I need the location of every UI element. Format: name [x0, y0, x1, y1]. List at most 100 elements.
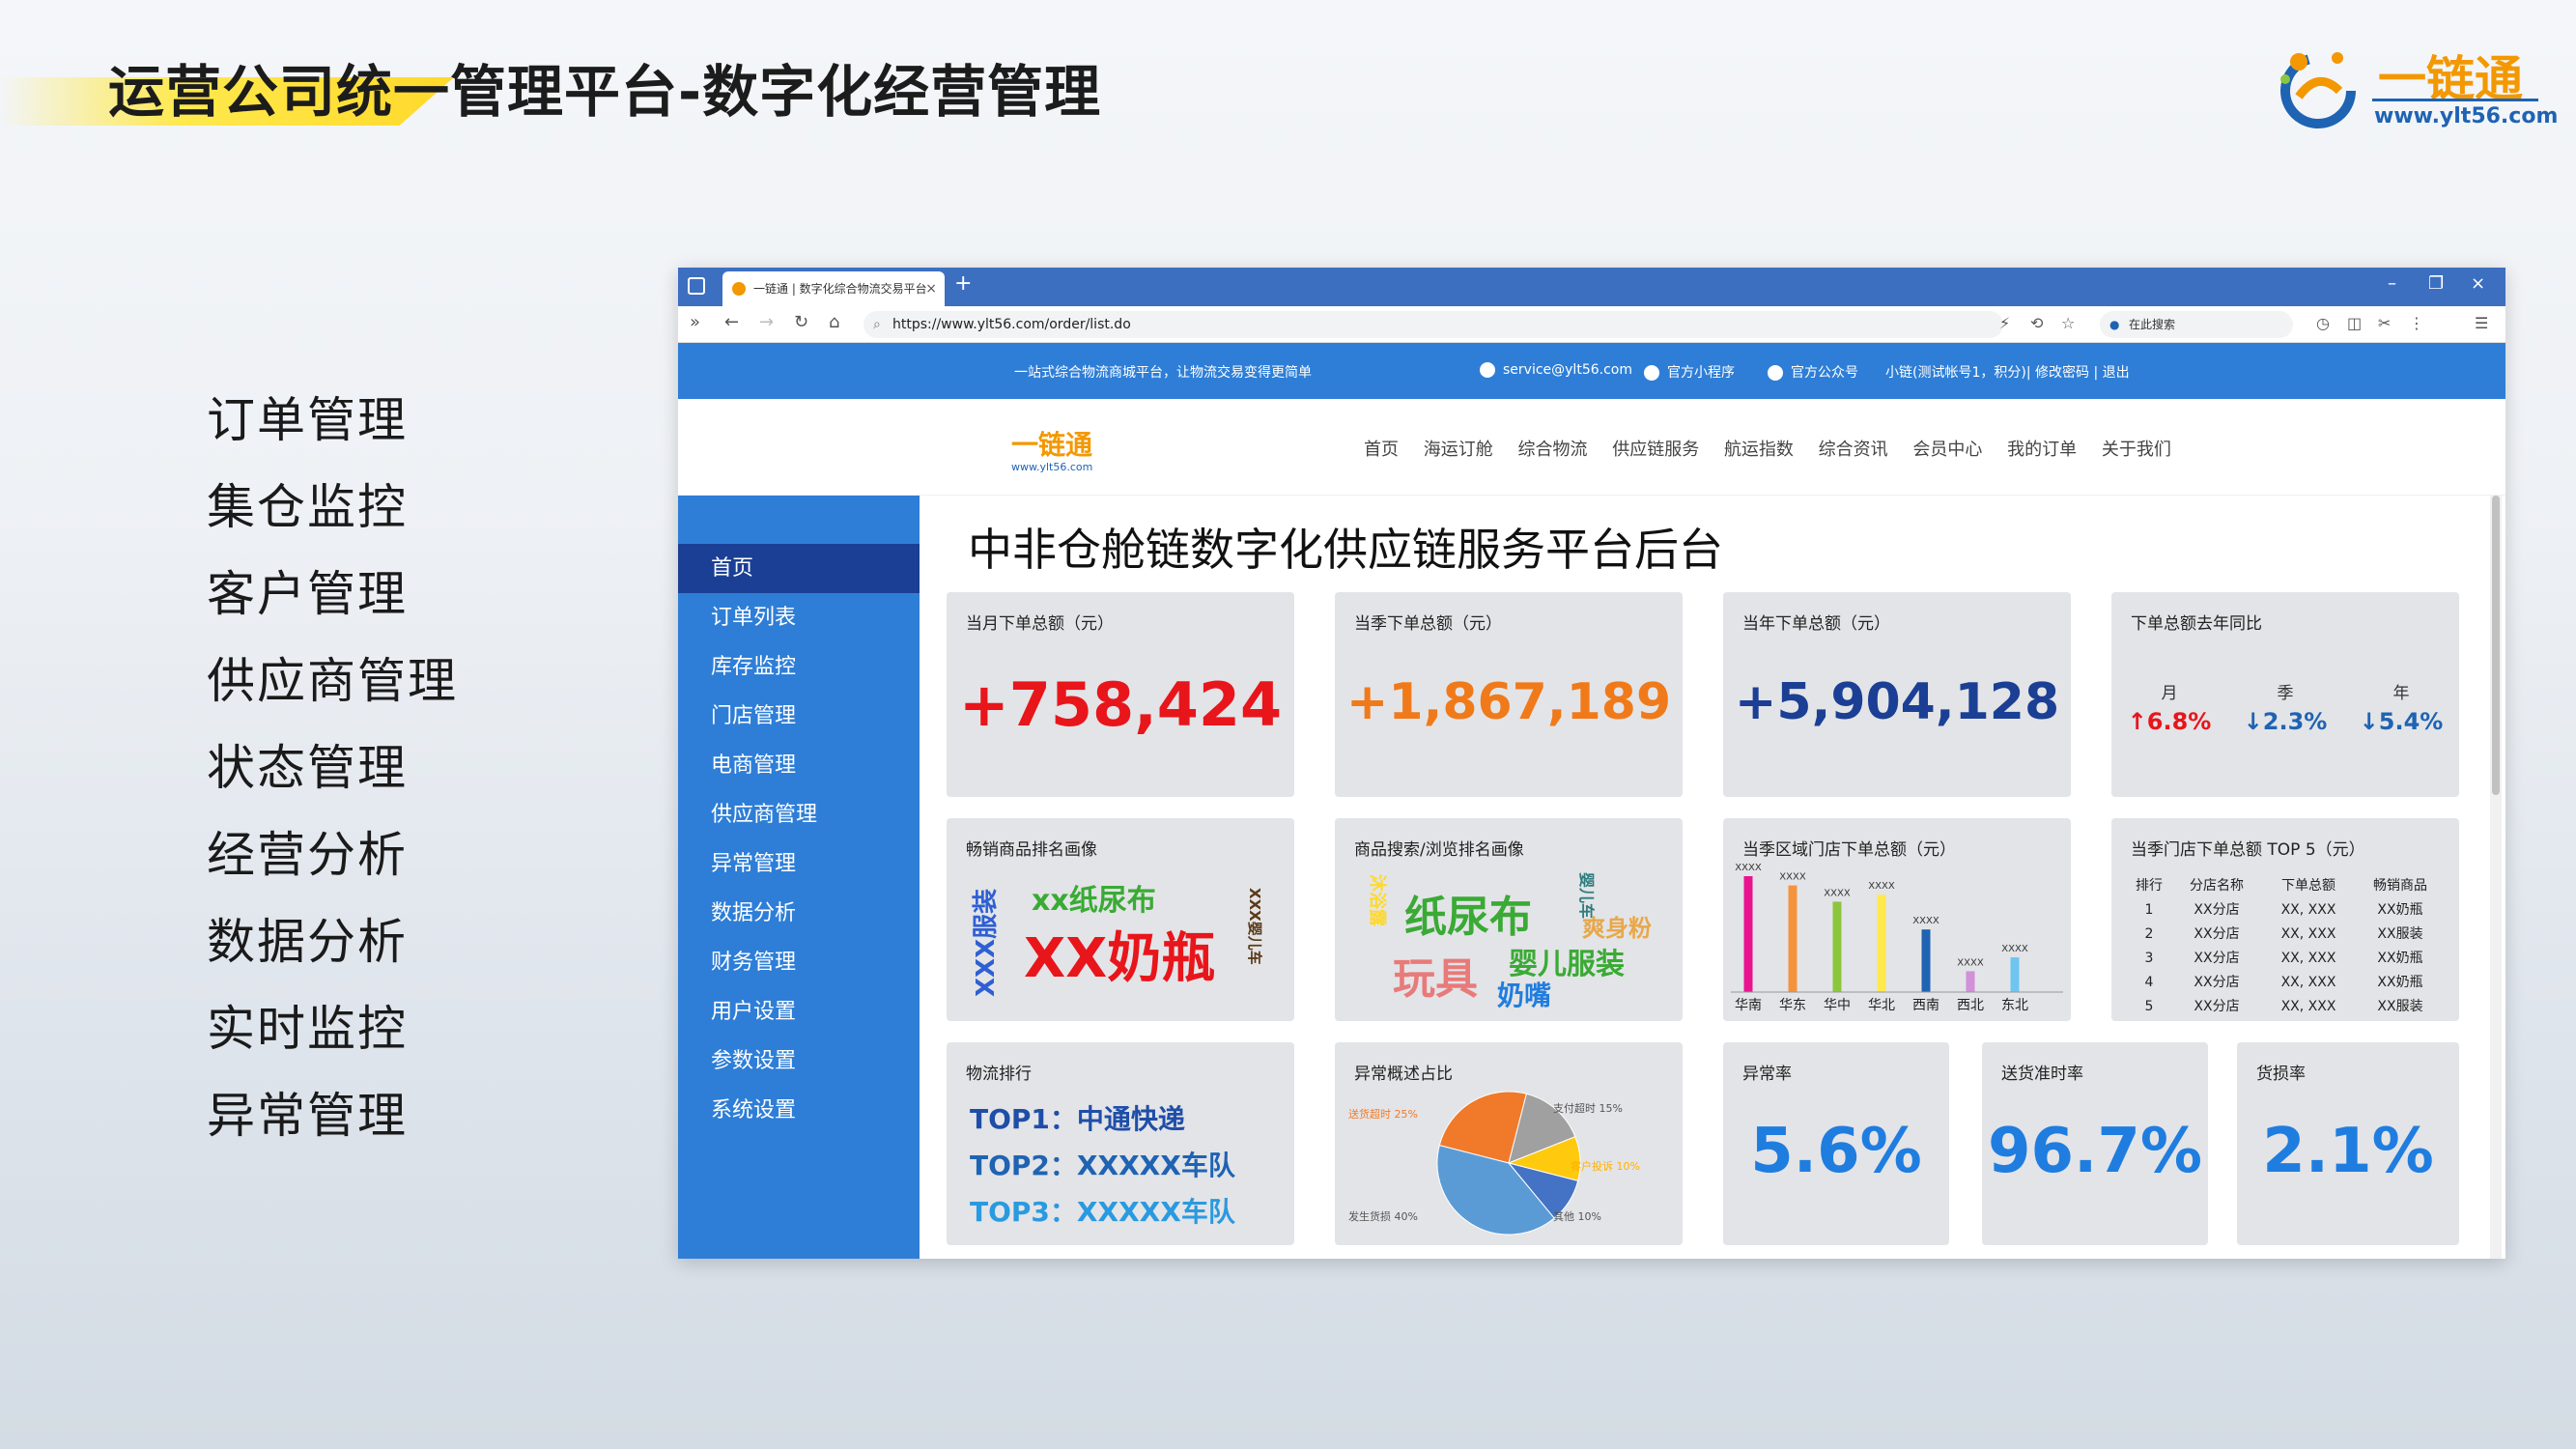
scrollbar-thumb[interactable] — [2492, 496, 2500, 795]
chart-bar — [1832, 901, 1842, 992]
official-account-link[interactable]: 官方公众号 — [1768, 362, 1858, 382]
nav-shipping[interactable]: 海运订舱 — [1424, 440, 1493, 460]
yoy-header-month: 月 — [2161, 684, 2178, 703]
more-icon[interactable]: ⋮ — [2409, 314, 2424, 332]
monthly-total-value: +758,424 — [958, 669, 1283, 740]
yoy-value-month: ↑6.8% — [2127, 708, 2212, 735]
close-tab-icon[interactable]: × — [925, 271, 937, 306]
table-cell: 3 — [2144, 951, 2154, 966]
minimize-icon[interactable]: – — [2388, 273, 2396, 294]
nav-shipping-index[interactable]: 航运指数 — [1724, 440, 1794, 460]
mini-program-link[interactable]: 官方小程序 — [1644, 362, 1735, 382]
card-title: 当月下单总额（元） — [966, 614, 1114, 634]
feature-item: 供应商管理 — [207, 653, 458, 709]
nav-news[interactable]: 综合资讯 — [1819, 440, 1888, 460]
browser-window: 一链通 | 数字化综合物流交易平台 × + – ❐ × » ← → ↻ ⌂ ⌕ … — [678, 268, 2505, 1259]
pie-label: 其他 10% — [1553, 1210, 1601, 1223]
card-title: 下单总额去年同比 — [2131, 614, 2262, 634]
word-cloud-word: 玩具 — [1393, 954, 1478, 1004]
x-tick-label: 西南 — [1912, 998, 1939, 1013]
nav-logistics[interactable]: 综合物流 — [1517, 440, 1587, 460]
data-label: XXXX — [1779, 872, 1806, 883]
card-title: 当年下单总额（元） — [1742, 614, 1890, 634]
home-icon[interactable]: ⌂ — [829, 312, 839, 332]
table-cell: 4 — [2144, 975, 2154, 990]
sidebar-item-users[interactable]: 用户设置 — [678, 987, 920, 1037]
restore-icon[interactable]: ❐ — [2428, 273, 2444, 294]
sidebar-item-finance[interactable]: 财务管理 — [678, 938, 920, 987]
table-cell: XX, XXX — [2280, 902, 2336, 918]
url-text: https://www.ylt56.com/order/list.do — [892, 317, 1131, 332]
user-info[interactable]: 小链(测试帐号1，积分)| 修改密码 | 退出 — [1885, 362, 2130, 382]
monthly-total-card: 当月下单总额（元） +758,424 — [947, 592, 1294, 797]
scrollbar[interactable] — [2490, 496, 2502, 1259]
data-label: XXXX — [1912, 916, 1939, 926]
quarterly-total-card: 当季下单总额（元） +1,867,189 — [1335, 592, 1683, 797]
word-cloud-word: 纸尿布 — [1404, 893, 1532, 942]
url-input[interactable]: ⌕ https://www.ylt56.com/order/list.do — [863, 311, 2003, 338]
address-bar: » ← → ↻ ⌂ ⌕ https://www.ylt56.com/order/… — [678, 306, 2505, 343]
sidebar-item-home[interactable]: 首页 — [678, 544, 920, 593]
dashboard-content: 首页 订单列表 库存监控 门店管理 电商管理 供应商管理 异常管理 数据分析 财… — [678, 496, 2505, 1259]
table-row: 2 XX分店 XX, XXX XX服装 — [2125, 923, 2444, 947]
back-icon[interactable]: ← — [724, 312, 739, 332]
sidebar-item-inventory[interactable]: 库存监控 — [678, 642, 920, 692]
yoy-value-year: ↓5.4% — [2359, 708, 2444, 735]
new-tab-icon[interactable]: + — [954, 271, 972, 296]
history-icon[interactable]: ◷ — [2316, 314, 2330, 332]
card-title: 商品搜索/浏览排名画像 — [1354, 840, 1524, 860]
chart-bar — [2010, 957, 2020, 992]
card-title: 物流排行 — [966, 1065, 1032, 1084]
share-icon[interactable]: ⟲ — [2030, 314, 2043, 332]
sidebar-toggle-icon[interactable] — [688, 277, 705, 295]
sidebar-item-stores[interactable]: 门店管理 — [678, 692, 920, 741]
sidebar-item-orders[interactable]: 订单列表 — [678, 593, 920, 642]
close-window-icon[interactable]: × — [2471, 273, 2485, 294]
browser-tab[interactable]: 一链通 | 数字化综合物流交易平台 × — [722, 271, 945, 306]
logistics-rank-card: 物流排行 TOP1：中通快递 TOP2：XXXXX车队 TOP3：XXXXX车队 — [947, 1042, 1294, 1245]
hamburger-icon[interactable]: ☰ — [2475, 314, 2488, 332]
table-cell: XX奶瓶 — [2377, 951, 2423, 966]
browser-search-input[interactable]: ● 在此搜索 — [2100, 311, 2293, 338]
nav-member[interactable]: 会员中心 — [1912, 440, 1982, 460]
reader-icon[interactable]: ◫ — [2347, 314, 2362, 332]
email-link[interactable]: service@ylt56.com — [1480, 362, 1632, 378]
nav-supply-chain[interactable]: 供应链服务 — [1612, 440, 1699, 460]
table-cell: 2 — [2144, 926, 2154, 942]
forward-icon[interactable]: → — [759, 312, 774, 332]
bestseller-card: 畅销商品排名画像 xx纸尿布 XX奶瓶 XXX服装 XXX婴儿车 — [947, 818, 1294, 1021]
table-header-row: 排行 分店名称 下单总额 畅销商品 — [2125, 874, 2444, 898]
menu-expand-icon[interactable]: » — [690, 312, 700, 332]
table-cell: XX, XXX — [2280, 999, 2336, 1014]
sidebar-item-suppliers[interactable]: 供应商管理 — [678, 790, 920, 839]
brand-e-icon — [2280, 52, 2356, 128]
feature-item: 实时监控 — [207, 1001, 408, 1057]
sidebar-item-ecommerce[interactable]: 电商管理 — [678, 741, 920, 790]
word-cloud-word: XXX婴儿车 — [1246, 888, 1263, 965]
exception-pie-card: 异常概述占比 送货超时 25% 支付超时 15% 客户投诉 10% 其他 10% 发生货… — [1335, 1042, 1683, 1245]
star-icon[interactable]: ☆ — [2061, 314, 2075, 332]
top5-table: 排行 分店名称 下单总额 畅销商品 1 XX分店 XX, XXX XX奶瓶 2 … — [2125, 874, 2444, 1019]
table-cell: XX, XXX — [2280, 951, 2336, 966]
chart-bar — [1921, 929, 1931, 992]
bolt-icon[interactable]: ⚡ — [1999, 314, 2010, 332]
feature-item: 经营分析 — [207, 827, 408, 883]
site-logo[interactable]: 一链通 www.ylt56.com — [1011, 424, 1092, 473]
nav-about[interactable]: 关于我们 — [2102, 440, 2171, 460]
word-cloud-word: 婴儿车 — [1577, 872, 1596, 920]
nav-my-orders[interactable]: 我的订单 — [2007, 440, 2077, 460]
table-cell: 5 — [2144, 999, 2154, 1014]
quarterly-total-value: +1,867,189 — [1345, 673, 1672, 731]
sidebar-item-params[interactable]: 参数设置 — [678, 1037, 920, 1086]
sidebar-item-analytics[interactable]: 数据分析 — [678, 889, 920, 938]
screenshot-icon[interactable]: ✂ — [2378, 314, 2391, 332]
table-cell: XX分店 — [2194, 975, 2240, 990]
sidebar-item-system[interactable]: 系统设置 — [678, 1086, 920, 1135]
card-title: 当季下单总额（元） — [1354, 614, 1502, 634]
table-cell: XX服装 — [2377, 926, 2423, 942]
sidebar-item-exceptions[interactable]: 异常管理 — [678, 839, 920, 889]
nav-home[interactable]: 首页 — [1364, 440, 1399, 460]
reload-icon[interactable]: ↻ — [794, 312, 808, 332]
slide-title: 运营公司统一管理平台-数字化经营管理 — [108, 59, 1102, 125]
table-cell: XX, XXX — [2280, 975, 2336, 990]
